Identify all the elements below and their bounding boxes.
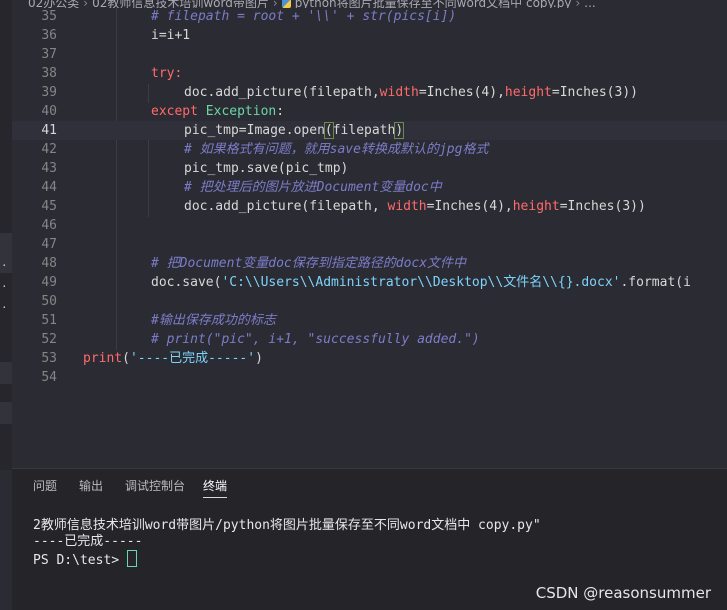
- code-line: 44 # 把处理后的图片放进Document变量doc中: [12, 178, 727, 197]
- code-comment: # 把Document变量doc保存到指定路径的docx文件中: [151, 256, 467, 271]
- code-line: 37: [12, 45, 727, 64]
- line-number: 44: [41, 180, 57, 195]
- code-line: 51 #输出保存成功的标志: [12, 311, 727, 330]
- code-line: 40 except Exception:: [12, 102, 727, 121]
- terminal-output-line: 2教师信息技术培训word带图片/python将图片批量保存至不同word文档中…: [33, 518, 541, 533]
- code-line: 52 # print("pic", i+1, "successfully adde…: [12, 330, 727, 349]
- code-text: i=i+1: [151, 28, 191, 43]
- tab-terminal[interactable]: 终端: [203, 477, 228, 498]
- code-keyword: try:: [151, 66, 183, 81]
- code-comment: # print("pic", i+1, "successfully added.…: [151, 332, 480, 347]
- code-param: height: [512, 199, 560, 214]
- code-comment: # 把处理后的图片放进Document变量doc中: [184, 180, 442, 195]
- activity-dot-icon: .: [1, 277, 8, 290]
- code-text: =Inches(3)): [551, 85, 638, 100]
- code-builtin: print: [83, 351, 123, 366]
- activity-bar-segment: [0, 402, 12, 424]
- code-line: 39 doc.add_picture(filepath,width=Inches(…: [12, 83, 727, 102]
- code-text: =Inches(4),: [418, 85, 505, 100]
- line-number: 39: [41, 85, 57, 100]
- code-line: 43 pic_tmp.save(pic_tmp): [12, 159, 727, 178]
- code-line: 54: [12, 368, 727, 387]
- line-number: 41: [41, 123, 57, 138]
- code-text: pic_tmp.save(pic_tmp): [184, 161, 349, 176]
- line-number: 47: [41, 237, 57, 252]
- code-text: pic_tmp: [184, 123, 239, 138]
- code-keyword: except: [151, 104, 198, 119]
- code-text: doc.add_picture(filepath,: [184, 199, 388, 214]
- code-line: 46: [12, 216, 727, 235]
- code-param: height: [504, 85, 552, 100]
- code-class: Exception: [205, 104, 277, 119]
- activity-bar: . . .: [0, 0, 12, 470]
- line-number: 50: [41, 294, 57, 309]
- bracket-match: (: [323, 122, 334, 139]
- code-line: 49 doc.save('C:\\Users\\Administrator\\De…: [12, 273, 727, 292]
- code-comment: #输出保存成功的标志: [151, 313, 276, 328]
- code-line: 35 # filepath = root + '\\' + str(pics[i]…: [12, 7, 727, 26]
- bracket-match: ): [394, 122, 405, 139]
- activity-dot-icon: .: [1, 256, 8, 269]
- line-number: 45: [41, 199, 57, 214]
- code-line: 47: [12, 235, 727, 254]
- line-number: 53: [41, 351, 57, 366]
- activity-bar-segment: [0, 362, 12, 384]
- line-number: 42: [41, 142, 57, 157]
- line-number: 35: [41, 9, 57, 24]
- code-comment: # filepath = root + '\\' + str(pics[i]): [151, 9, 457, 24]
- line-number: 49: [41, 275, 57, 290]
- code-text: ): [255, 351, 263, 366]
- code-string: 'C:\\Users\\Administrator\\Desktop\\文件名\…: [221, 275, 621, 290]
- terminal-prompt-line[interactable]: PS D:\test>: [33, 550, 137, 569]
- line-number: 52: [41, 332, 57, 347]
- code-param: width: [379, 85, 419, 100]
- code-line: 53 print('----已完成-----'): [12, 349, 727, 368]
- code-line: 36 i=i+1: [12, 26, 727, 45]
- code-text: =Inches(3)): [559, 199, 646, 214]
- code-line: 48 # 把Document变量doc保存到指定路径的docx文件中: [12, 254, 727, 273]
- line-number: 43: [41, 161, 57, 176]
- code-line: 38 try:: [12, 64, 727, 83]
- code-text: doc.save(: [151, 275, 222, 290]
- code-param: width: [387, 199, 427, 214]
- code-line: 45 doc.add_picture(filepath, width=Inches…: [12, 197, 727, 216]
- code-text: filepath: [332, 123, 396, 138]
- code-line: 50: [12, 292, 727, 311]
- code-text: :: [276, 104, 285, 119]
- terminal-cursor: [126, 550, 137, 567]
- code-line-active: 41 pic_tmp=Image.open(filepath): [12, 121, 727, 140]
- code-text: doc.add_picture(filepath,: [184, 85, 380, 100]
- tab-debug-console[interactable]: 调试控制台: [125, 477, 185, 494]
- line-number: 38: [41, 66, 57, 81]
- code-comment: # 如果格式有问题，就用save转换成默认的jpg格式: [184, 142, 489, 157]
- line-number: 51: [41, 313, 57, 328]
- line-number: 40: [41, 104, 57, 119]
- code-editor[interactable]: 35 # filepath = root + '\\' + str(pics[i]…: [12, 8, 727, 390]
- watermark: CSDN @reasonsummer: [535, 584, 711, 602]
- tab-output[interactable]: 输出: [79, 477, 103, 494]
- code-line: 42 # 如果格式有问题，就用save转换成默认的jpg格式: [12, 140, 727, 159]
- code-text: .format(i: [620, 275, 691, 290]
- terminal-prompt: PS D:\test>: [33, 553, 127, 568]
- code-text: =Inches(4),: [426, 199, 513, 214]
- tab-problems[interactable]: 问题: [33, 477, 57, 494]
- code-text: =Image.open: [238, 123, 325, 138]
- line-number: 48: [41, 256, 57, 271]
- code-string: '----已完成-----': [129, 351, 256, 366]
- line-number: 54: [41, 370, 57, 385]
- code-text: (: [122, 351, 130, 366]
- terminal-output-line: ----已完成-----: [33, 534, 143, 549]
- line-number: 36: [41, 28, 57, 43]
- line-number: 46: [41, 218, 57, 233]
- line-number: 37: [41, 47, 57, 62]
- activity-dot-icon: .: [1, 298, 8, 311]
